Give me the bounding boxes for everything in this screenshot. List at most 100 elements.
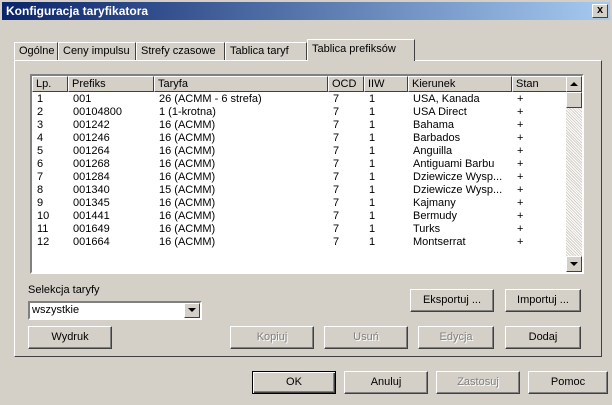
vertical-scrollbar[interactable] xyxy=(566,76,582,272)
column-header-tariff[interactable]: Taryfa xyxy=(154,76,328,92)
row-lp: 2 xyxy=(37,106,44,118)
table-row[interactable]: 10 001441 16 (ACMM) 7 1 Bermudy + xyxy=(32,210,568,223)
title-bar[interactable]: Konfiguracja taryfikatora x xyxy=(2,2,610,20)
table-row[interactable]: 7 001284 16 (ACMM) 7 1 Dziewicze Wysp... + xyxy=(32,171,568,184)
row-prefix: 001340 xyxy=(73,184,110,196)
tab-prefix-table[interactable]: Tablica prefiksów xyxy=(307,39,415,61)
row-ocd: 7 xyxy=(333,158,340,170)
export-button[interactable]: Eksportuj ... xyxy=(410,289,494,312)
add-button-label: Dodaj xyxy=(528,331,558,343)
help-button-label: Pomoc xyxy=(550,376,586,388)
table-row[interactable]: 9 001345 16 (ACMM) 7 1 Kajmany + xyxy=(32,197,568,210)
add-button[interactable]: Dodaj xyxy=(505,326,581,349)
ok-button-label: OK xyxy=(286,376,302,388)
import-button-label: Importuj ... xyxy=(517,294,569,306)
table-row[interactable]: 3 001242 16 (ACMM) 7 1 Bahama + xyxy=(32,119,568,132)
help-button[interactable]: Pomoc xyxy=(528,371,608,394)
row-ocd: 7 xyxy=(333,132,340,144)
prefix-list[interactable]: Lp. Prefiks Taryfa OCD IIW Kierunek Stan… xyxy=(30,74,584,274)
import-button[interactable]: Importuj ... xyxy=(505,289,581,312)
table-row[interactable]: 6 001268 16 (ACMM) 7 1 Antiguami Barbu + xyxy=(32,158,568,171)
scroll-up-button[interactable] xyxy=(566,76,582,92)
table-row[interactable]: 11 001649 16 (ACMM) 7 1 Turks + xyxy=(32,223,568,236)
row-ocd: 7 xyxy=(333,210,340,222)
delete-button[interactable]: Usuń xyxy=(324,326,408,349)
row-ocd: 7 xyxy=(333,93,340,105)
arrow-up-icon xyxy=(570,82,578,86)
row-status: + xyxy=(517,106,524,118)
row-tariff: 16 (ACMM) xyxy=(159,158,216,170)
row-lp: 3 xyxy=(37,119,44,131)
row-tariff: 16 (ACMM) xyxy=(159,223,216,235)
scroll-thumb[interactable] xyxy=(566,92,582,108)
arrow-down-icon xyxy=(570,262,578,266)
row-status: + xyxy=(517,119,524,131)
cancel-button[interactable]: Anuluj xyxy=(344,371,428,394)
row-tariff: 16 (ACMM) xyxy=(159,236,216,248)
apply-button[interactable]: Zastosuj xyxy=(436,371,520,394)
row-iiw: 1 xyxy=(369,236,376,248)
column-header-ocd[interactable]: OCD xyxy=(328,76,364,92)
close-icon: x xyxy=(596,4,604,16)
column-header-lp[interactable]: Lp. xyxy=(32,76,68,92)
delete-button-label: Usuń xyxy=(353,331,379,343)
row-direction: Bermudy xyxy=(413,210,458,222)
edit-button-label: Edycja xyxy=(439,331,473,343)
row-ocd: 7 xyxy=(333,119,340,131)
table-row[interactable]: 2 00104800 1 (1-krotna) 7 1 USA Direct + xyxy=(32,106,568,119)
scroll-down-button[interactable] xyxy=(566,256,582,272)
cancel-button-label: Anuluj xyxy=(370,376,402,388)
column-header-prefix[interactable]: Prefiks xyxy=(68,76,154,92)
row-prefix: 001268 xyxy=(73,158,110,170)
row-prefix: 001242 xyxy=(73,119,110,131)
row-tariff: 15 (ACMM) xyxy=(159,184,216,196)
tab-tariff-table[interactable]: Tablica taryf xyxy=(225,42,307,60)
table-row[interactable]: 8 001340 15 (ACMM) 7 1 Dziewicze Wysp... + xyxy=(32,184,568,197)
table-row[interactable]: 12 001664 16 (ACMM) 7 1 Montserrat + xyxy=(32,236,568,249)
tab-pulse-prices[interactable]: Ceny impulsu xyxy=(58,42,136,60)
tab-time-zones[interactable]: Strefy czasowe xyxy=(136,42,225,60)
column-header-iiw[interactable]: IIW xyxy=(364,76,408,92)
tab-general[interactable]: Ogólne xyxy=(14,42,58,60)
row-ocd: 7 xyxy=(333,236,340,248)
row-ocd: 7 xyxy=(333,197,340,209)
tariff-selection-combo[interactable]: wszystkie xyxy=(28,301,202,320)
row-prefix: 001441 xyxy=(73,210,110,222)
row-ocd: 7 xyxy=(333,145,340,157)
dropdown-button[interactable] xyxy=(184,303,200,318)
row-iiw: 1 xyxy=(369,158,376,170)
print-button[interactable]: Wydruk xyxy=(28,326,112,349)
ok-button[interactable]: OK xyxy=(252,371,336,394)
row-prefix: 001345 xyxy=(73,197,110,209)
row-ocd: 7 xyxy=(333,106,340,118)
row-lp: 10 xyxy=(37,210,50,222)
row-prefix: 001 xyxy=(73,93,92,105)
row-status: + xyxy=(517,158,524,170)
column-header-direction[interactable]: Kierunek xyxy=(408,76,512,92)
close-button[interactable]: x xyxy=(592,4,608,18)
table-row[interactable]: 4 001246 16 (ACMM) 7 1 Barbados + xyxy=(32,132,568,145)
row-iiw: 1 xyxy=(369,171,376,183)
row-tariff: 26 (ACMM - 6 strefa) xyxy=(159,93,262,105)
row-prefix: 001649 xyxy=(73,223,110,235)
row-lp: 4 xyxy=(37,132,44,144)
row-tariff: 16 (ACMM) xyxy=(159,119,216,131)
row-direction: USA Direct xyxy=(413,106,467,118)
edit-button[interactable]: Edycja xyxy=(418,326,494,349)
table-row[interactable]: 1 001 26 (ACMM - 6 strefa) 7 1 USA, Kanada + xyxy=(32,93,568,106)
row-prefix: 001284 xyxy=(73,171,110,183)
row-status: + xyxy=(517,93,524,105)
row-status: + xyxy=(517,210,524,222)
row-status: + xyxy=(517,184,524,196)
row-lp: 12 xyxy=(37,236,50,248)
copy-button[interactable]: Kopiuj xyxy=(230,326,314,349)
row-direction: Antiguami Barbu xyxy=(413,158,495,170)
row-direction: Barbados xyxy=(413,132,461,144)
row-lp: 1 xyxy=(37,93,44,105)
row-status: + xyxy=(517,223,524,235)
column-header-status[interactable]: Stan xyxy=(512,76,568,92)
row-prefix: 001246 xyxy=(73,132,110,144)
row-prefix: 001664 xyxy=(73,236,110,248)
table-row[interactable]: 5 001264 16 (ACMM) 7 1 Anguilla + xyxy=(32,145,568,158)
row-direction: Dziewicze Wysp... xyxy=(413,171,503,183)
